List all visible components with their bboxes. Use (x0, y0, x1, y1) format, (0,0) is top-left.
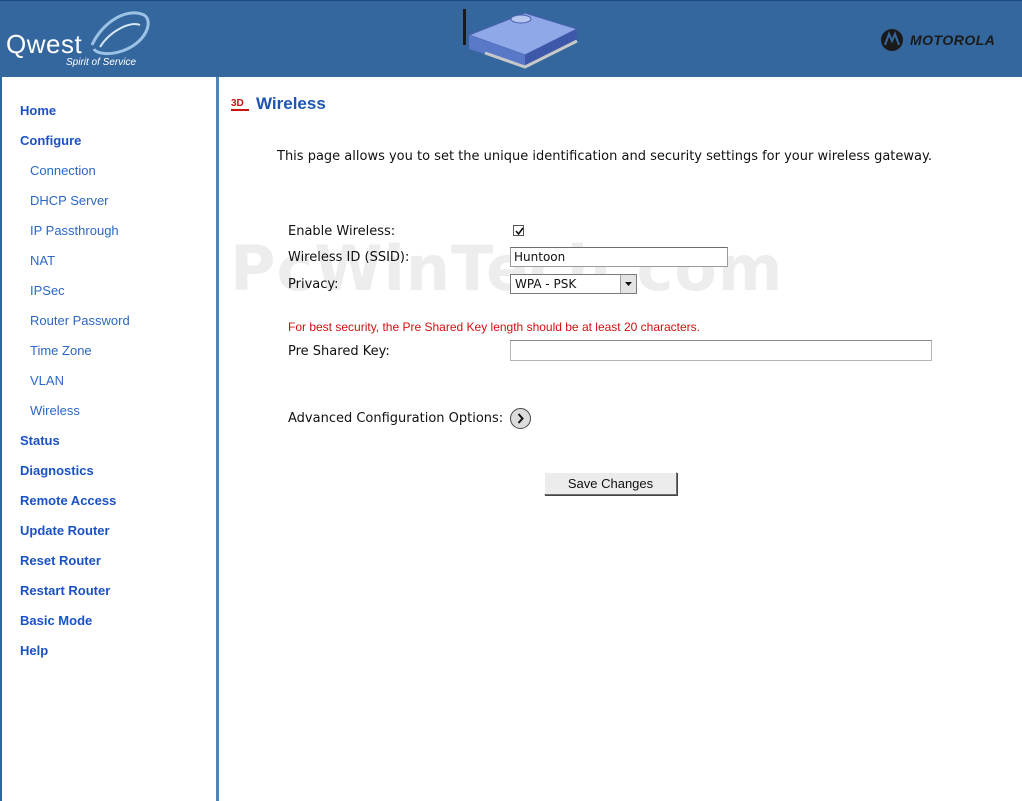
chevron-right-icon (517, 413, 524, 424)
sidebar-item-ipsec[interactable]: IPSec (30, 283, 65, 298)
privacy-label: Privacy: (288, 277, 339, 292)
checkmark-icon (515, 227, 524, 236)
privacy-select[interactable]: WPA - PSK (510, 274, 637, 294)
sidebar-item-remote-access[interactable]: Remote Access (20, 493, 116, 508)
sidebar-item-restart-router[interactable]: Restart Router (20, 583, 110, 598)
advanced-options-label: Advanced Configuration Options: (288, 411, 504, 426)
ssid-label: Wireless ID (SSID): (288, 250, 410, 265)
sidebar-item-diagnostics[interactable]: Diagnostics (20, 463, 94, 478)
qwest-logo: Qwest Spirit of Service (4, 9, 154, 71)
svg-text:3D: 3D (231, 98, 244, 109)
qwest-brand: Qwest (6, 29, 83, 59)
sidebar-item-status[interactable]: Status (20, 433, 60, 448)
sidebar-item-basic-mode[interactable]: Basic Mode (20, 613, 92, 628)
qwest-tagline: Spirit of Service (66, 57, 137, 68)
sidebar-item-time-zone[interactable]: Time Zone (30, 343, 92, 358)
save-changes-button[interactable]: Save Changes (544, 472, 677, 495)
sidebar-item-router-password[interactable]: Router Password (30, 313, 130, 328)
sidebar-item-ip-passthrough[interactable]: IP Passthrough (30, 223, 119, 238)
router-image-icon (463, 9, 579, 69)
chevron-down-icon[interactable] (620, 275, 636, 293)
sidebar-item-home[interactable]: Home (20, 103, 56, 118)
3d-page-icon: 3D (231, 98, 249, 111)
header-banner: Qwest Spirit of Service MOTOROLA (0, 0, 1022, 77)
ssid-input[interactable] (510, 247, 728, 267)
page-description: This page allows you to set the unique i… (277, 149, 932, 164)
sidebar-item-dhcp-server[interactable]: DHCP Server (30, 193, 109, 208)
sidebar-item-update-router[interactable]: Update Router (20, 523, 110, 538)
motorola-batwing-icon (881, 29, 903, 51)
sidebar-item-nat[interactable]: NAT (30, 253, 55, 268)
sidebar-item-reset-router[interactable]: Reset Router (20, 553, 101, 568)
psk-length-warning: For best security, the Pre Shared Key le… (288, 320, 701, 334)
sidebar-item-vlan[interactable]: VLAN (30, 373, 64, 388)
sidebar-item-configure[interactable]: Configure (20, 133, 81, 148)
motorola-wordmark: MOTOROLA (910, 32, 996, 48)
sidebar-item-wireless[interactable]: Wireless (30, 403, 80, 418)
advanced-options-button[interactable] (510, 408, 531, 429)
enable-wireless-label: Enable Wireless: (288, 224, 396, 239)
enable-wireless-checkbox[interactable] (513, 225, 524, 236)
sidebar-item-help[interactable]: Help (20, 643, 48, 658)
watermark: PcWinTech.com (230, 232, 784, 305)
psk-label: Pre Shared Key: (288, 344, 390, 359)
psk-input[interactable] (510, 340, 932, 361)
sidebar-item-connection[interactable]: Connection (30, 163, 96, 178)
page-title: Wireless (256, 94, 326, 113)
sidebar-divider (216, 77, 219, 801)
privacy-select-value: WPA - PSK (515, 277, 577, 291)
